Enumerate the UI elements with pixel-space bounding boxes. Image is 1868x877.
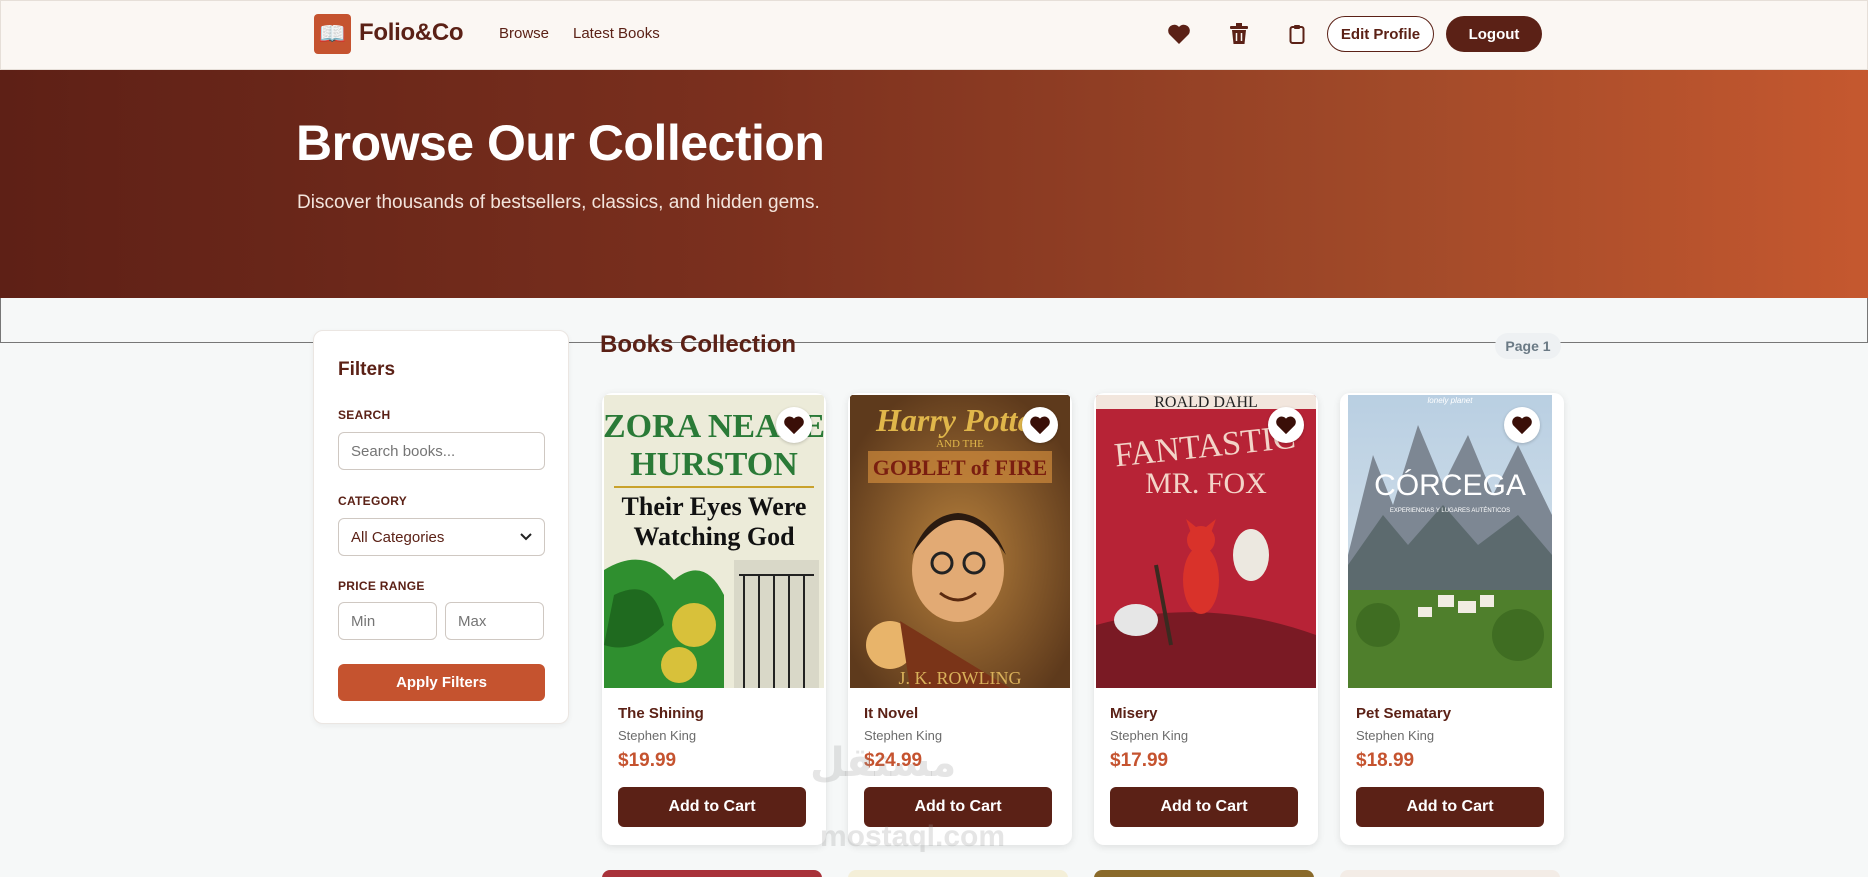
svg-text:HURSTON: HURSTON	[630, 446, 798, 483]
svg-text:Harry Potter: Harry Potter	[875, 402, 1045, 438]
brand-name[interactable]: Folio&Co	[359, 19, 464, 47]
collection-title: Books Collection	[600, 331, 797, 358]
hero-title: Browse Our Collection	[296, 115, 825, 171]
next-row-book-card[interactable]	[602, 870, 822, 877]
book-cover-image[interactable]: ROALD DAHL FANTASTIC MR. FOX	[1096, 395, 1316, 688]
search-label: SEARCH	[338, 408, 391, 422]
svg-text:lonely planet: lonely planet	[1428, 396, 1474, 405]
category-label: CATEGORY	[338, 494, 408, 508]
book-card[interactable]: ZORA NEALE HURSTON Their Eyes Were Watch…	[602, 393, 826, 845]
filters-panel: Filters SEARCH CATEGORY All Categories P…	[313, 330, 569, 724]
hero-bottom-strip	[0, 298, 1868, 343]
clipboard-icon[interactable]	[1284, 21, 1310, 47]
add-to-cart-button[interactable]: Add to Cart	[864, 787, 1052, 827]
book-card[interactable]: lonely planet CÓRCEGA EXPERIENCIAS Y LUG…	[1340, 393, 1564, 845]
add-to-cart-button[interactable]: Add to Cart	[1110, 787, 1298, 827]
price-min-input[interactable]	[338, 602, 437, 640]
next-row-book-card[interactable]	[848, 870, 1068, 877]
svg-text:ROALD DAHL: ROALD DAHL	[1154, 395, 1258, 411]
top-navbar: 📖 Folio&Co Browse Latest Books Edit Prof…	[0, 0, 1868, 70]
book-price: $24.99	[864, 750, 923, 771]
svg-text:CÓRCEGA: CÓRCEGA	[1374, 469, 1526, 502]
hero-banner: Browse Our Collection Discover thousands…	[0, 70, 1868, 298]
book-title[interactable]: Pet Sematary	[1356, 705, 1451, 722]
svg-text:EXPERIENCIAS Y LUGARES AUTÉNTI: EXPERIENCIAS Y LUGARES AUTÉNTICOS	[1390, 507, 1510, 514]
book-price: $19.99	[618, 750, 677, 771]
svg-text:GOBLET of FIRE: GOBLET of FIRE	[873, 455, 1047, 480]
book-title[interactable]: The Shining	[618, 705, 704, 722]
book-author: Stephen King	[1110, 728, 1189, 743]
favorite-heart-icon[interactable]	[776, 407, 812, 443]
apply-filters-button[interactable]: Apply Filters	[338, 664, 545, 701]
book-logo-icon[interactable]: 📖	[314, 14, 351, 54]
hero-subtitle: Discover thousands of bestsellers, class…	[297, 192, 820, 213]
book-author: Stephen King	[618, 728, 697, 743]
edit-profile-button[interactable]: Edit Profile	[1327, 16, 1434, 52]
book-cover-image[interactable]: lonely planet CÓRCEGA EXPERIENCIAS Y LUG…	[1348, 395, 1552, 688]
book-cover-image[interactable]: ZORA NEALE HURSTON Their Eyes Were Watch…	[604, 395, 824, 688]
search-input[interactable]	[338, 432, 545, 470]
nav-link-latest-books[interactable]: Latest Books	[573, 25, 660, 42]
add-to-cart-button[interactable]: Add to Cart	[618, 787, 806, 827]
svg-text:AND THE: AND THE	[936, 438, 984, 450]
nav-link-browse[interactable]: Browse	[499, 25, 549, 42]
price-range-label: PRICE RANGE	[338, 579, 425, 593]
add-to-cart-button[interactable]: Add to Cart	[1356, 787, 1544, 827]
book-title[interactable]: It Novel	[864, 705, 918, 722]
book-price: $18.99	[1356, 750, 1415, 771]
chevron-down-icon	[520, 533, 532, 541]
category-select[interactable]: All Categories	[338, 518, 545, 556]
heart-icon[interactable]	[1166, 21, 1192, 47]
svg-text:Their Eyes Were: Their Eyes Were	[622, 492, 807, 521]
next-row-book-card[interactable]	[1094, 870, 1314, 877]
page-indicator: Page 1	[1495, 333, 1561, 359]
logout-button[interactable]: Logout	[1446, 16, 1542, 52]
svg-text:Watching God: Watching God	[633, 522, 795, 551]
book-author: Stephen King	[1356, 728, 1435, 743]
book-price: $17.99	[1110, 750, 1169, 771]
book-title[interactable]: Misery	[1110, 705, 1158, 722]
book-author: Stephen King	[864, 728, 943, 743]
trash-icon[interactable]	[1226, 21, 1252, 47]
book-card[interactable]: Harry Potter AND THE GOBLET of FIRE J. K…	[848, 393, 1072, 845]
svg-text:MR. FOX: MR. FOX	[1145, 467, 1267, 500]
next-row-book-card[interactable]	[1340, 870, 1560, 877]
favorite-heart-icon[interactable]	[1504, 407, 1540, 443]
svg-text:J. K. ROWLING: J. K. ROWLING	[899, 668, 1022, 688]
category-select-value: All Categories	[351, 528, 445, 546]
favorite-heart-icon[interactable]	[1268, 407, 1304, 443]
book-card[interactable]: ROALD DAHL FANTASTIC MR. FOX Misery Step…	[1094, 393, 1318, 845]
price-max-input[interactable]	[445, 602, 544, 640]
favorite-heart-icon[interactable]	[1022, 407, 1058, 443]
book-cover-image[interactable]: Harry Potter AND THE GOBLET of FIRE J. K…	[850, 395, 1070, 688]
filters-title: Filters	[338, 359, 396, 380]
